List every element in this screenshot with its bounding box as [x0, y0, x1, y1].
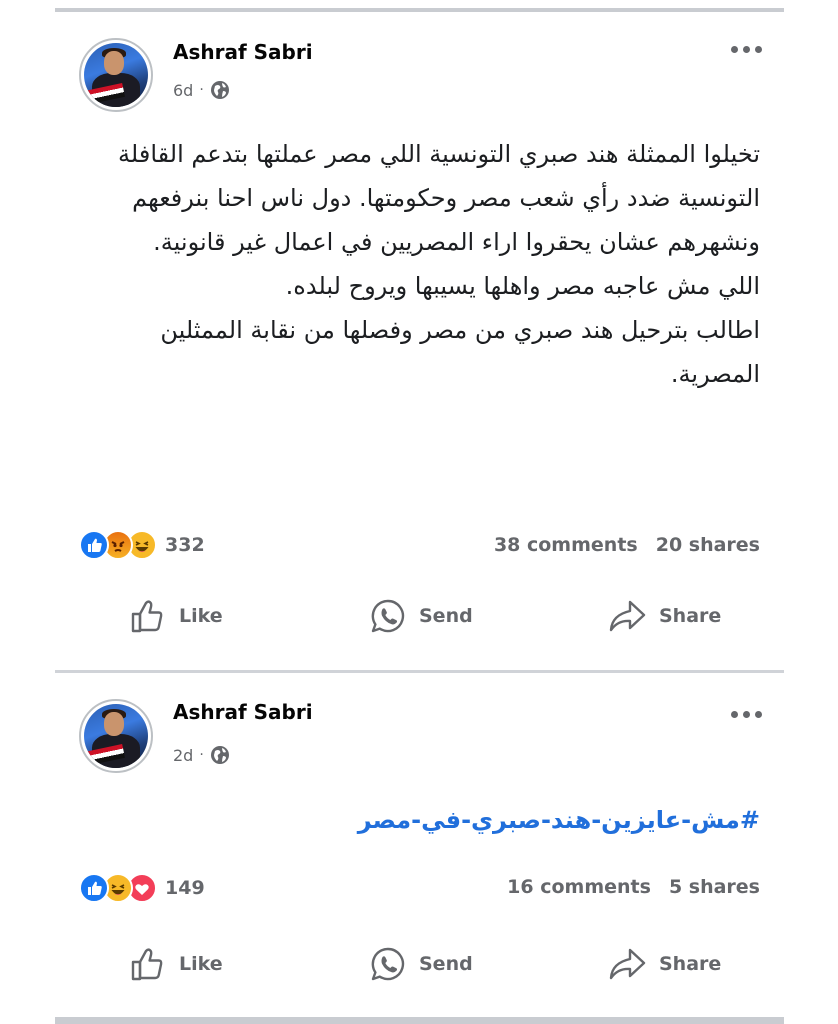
post-meta: 6d ·: [173, 80, 230, 100]
reaction-count[interactable]: 149: [165, 877, 205, 899]
comments-count[interactable]: 38 comments: [494, 534, 638, 556]
send-label: Send: [419, 953, 473, 975]
like-icon: [79, 530, 109, 560]
author-name[interactable]: Ashraf Sabri: [173, 700, 313, 724]
share-arrow-icon: [609, 948, 646, 980]
hashtag-link[interactable]: #مش-عايزين-هند-صبري-في-مصر: [358, 806, 760, 834]
shares-count[interactable]: 20 shares: [656, 534, 760, 556]
share-button[interactable]: Share: [607, 945, 721, 983]
post: Ashraf Sabri 6d · تخيلوا الممثلة هند صبر…: [55, 12, 784, 670]
reactions-summary[interactable]: 149: [79, 873, 205, 903]
like-label: Like: [179, 605, 223, 627]
author-name[interactable]: Ashraf Sabri: [173, 40, 313, 64]
bottom-divider: [55, 1017, 784, 1024]
whatsapp-icon: [371, 599, 405, 633]
like-icon: [79, 873, 109, 903]
like-button[interactable]: Like: [129, 597, 223, 635]
post: Ashraf Sabri 2d · #مش-عايزين-هند-صبري-في…: [55, 673, 784, 1017]
avatar[interactable]: [79, 38, 153, 112]
post-paragraph: اطالب بترحيل هند صبري من مصر وفصلها من ن…: [160, 316, 760, 388]
more-options-icon[interactable]: [731, 711, 762, 718]
globe-icon: [210, 746, 229, 764]
whatsapp-icon: [371, 947, 405, 981]
share-label: Share: [659, 605, 722, 627]
shares-count[interactable]: 5 shares: [669, 876, 760, 898]
send-button[interactable]: Send: [369, 597, 473, 635]
meta-separator: ·: [199, 747, 204, 763]
post-stats: 38 comments 20 shares: [494, 534, 760, 556]
send-label: Send: [419, 605, 473, 627]
meta-separator: ·: [199, 82, 204, 98]
share-arrow-icon: [609, 600, 646, 632]
share-button[interactable]: Share: [607, 597, 721, 635]
post-meta: 2d ·: [173, 745, 230, 765]
post-actions: Like Send Share: [55, 597, 784, 643]
globe-icon: [210, 81, 229, 99]
share-label: Share: [659, 953, 722, 975]
post-paragraph: تخيلوا الممثلة هند صبري التونسية اللي مص…: [118, 140, 760, 256]
send-button[interactable]: Send: [369, 945, 473, 983]
post-stats: 16 comments 5 shares: [507, 876, 760, 898]
post-time[interactable]: 6d: [173, 81, 193, 100]
reaction-count[interactable]: 332: [165, 534, 205, 556]
post-actions: Like Send Share: [55, 945, 784, 991]
avatar[interactable]: [79, 699, 153, 773]
comments-count[interactable]: 16 comments: [507, 876, 651, 898]
post-time[interactable]: 2d: [173, 746, 193, 765]
thumbs-up-icon: [131, 600, 163, 633]
post-paragraph: اللي مش عاجبه مصر واهلها يسيبها ويروح لب…: [285, 272, 760, 300]
like-button[interactable]: Like: [129, 945, 223, 983]
post-body: تخيلوا الممثلة هند صبري التونسية اللي مص…: [81, 132, 760, 396]
more-options-icon[interactable]: [731, 46, 762, 53]
reactions-summary[interactable]: 332: [79, 530, 205, 560]
like-label: Like: [179, 953, 223, 975]
thumbs-up-icon: [131, 948, 163, 981]
